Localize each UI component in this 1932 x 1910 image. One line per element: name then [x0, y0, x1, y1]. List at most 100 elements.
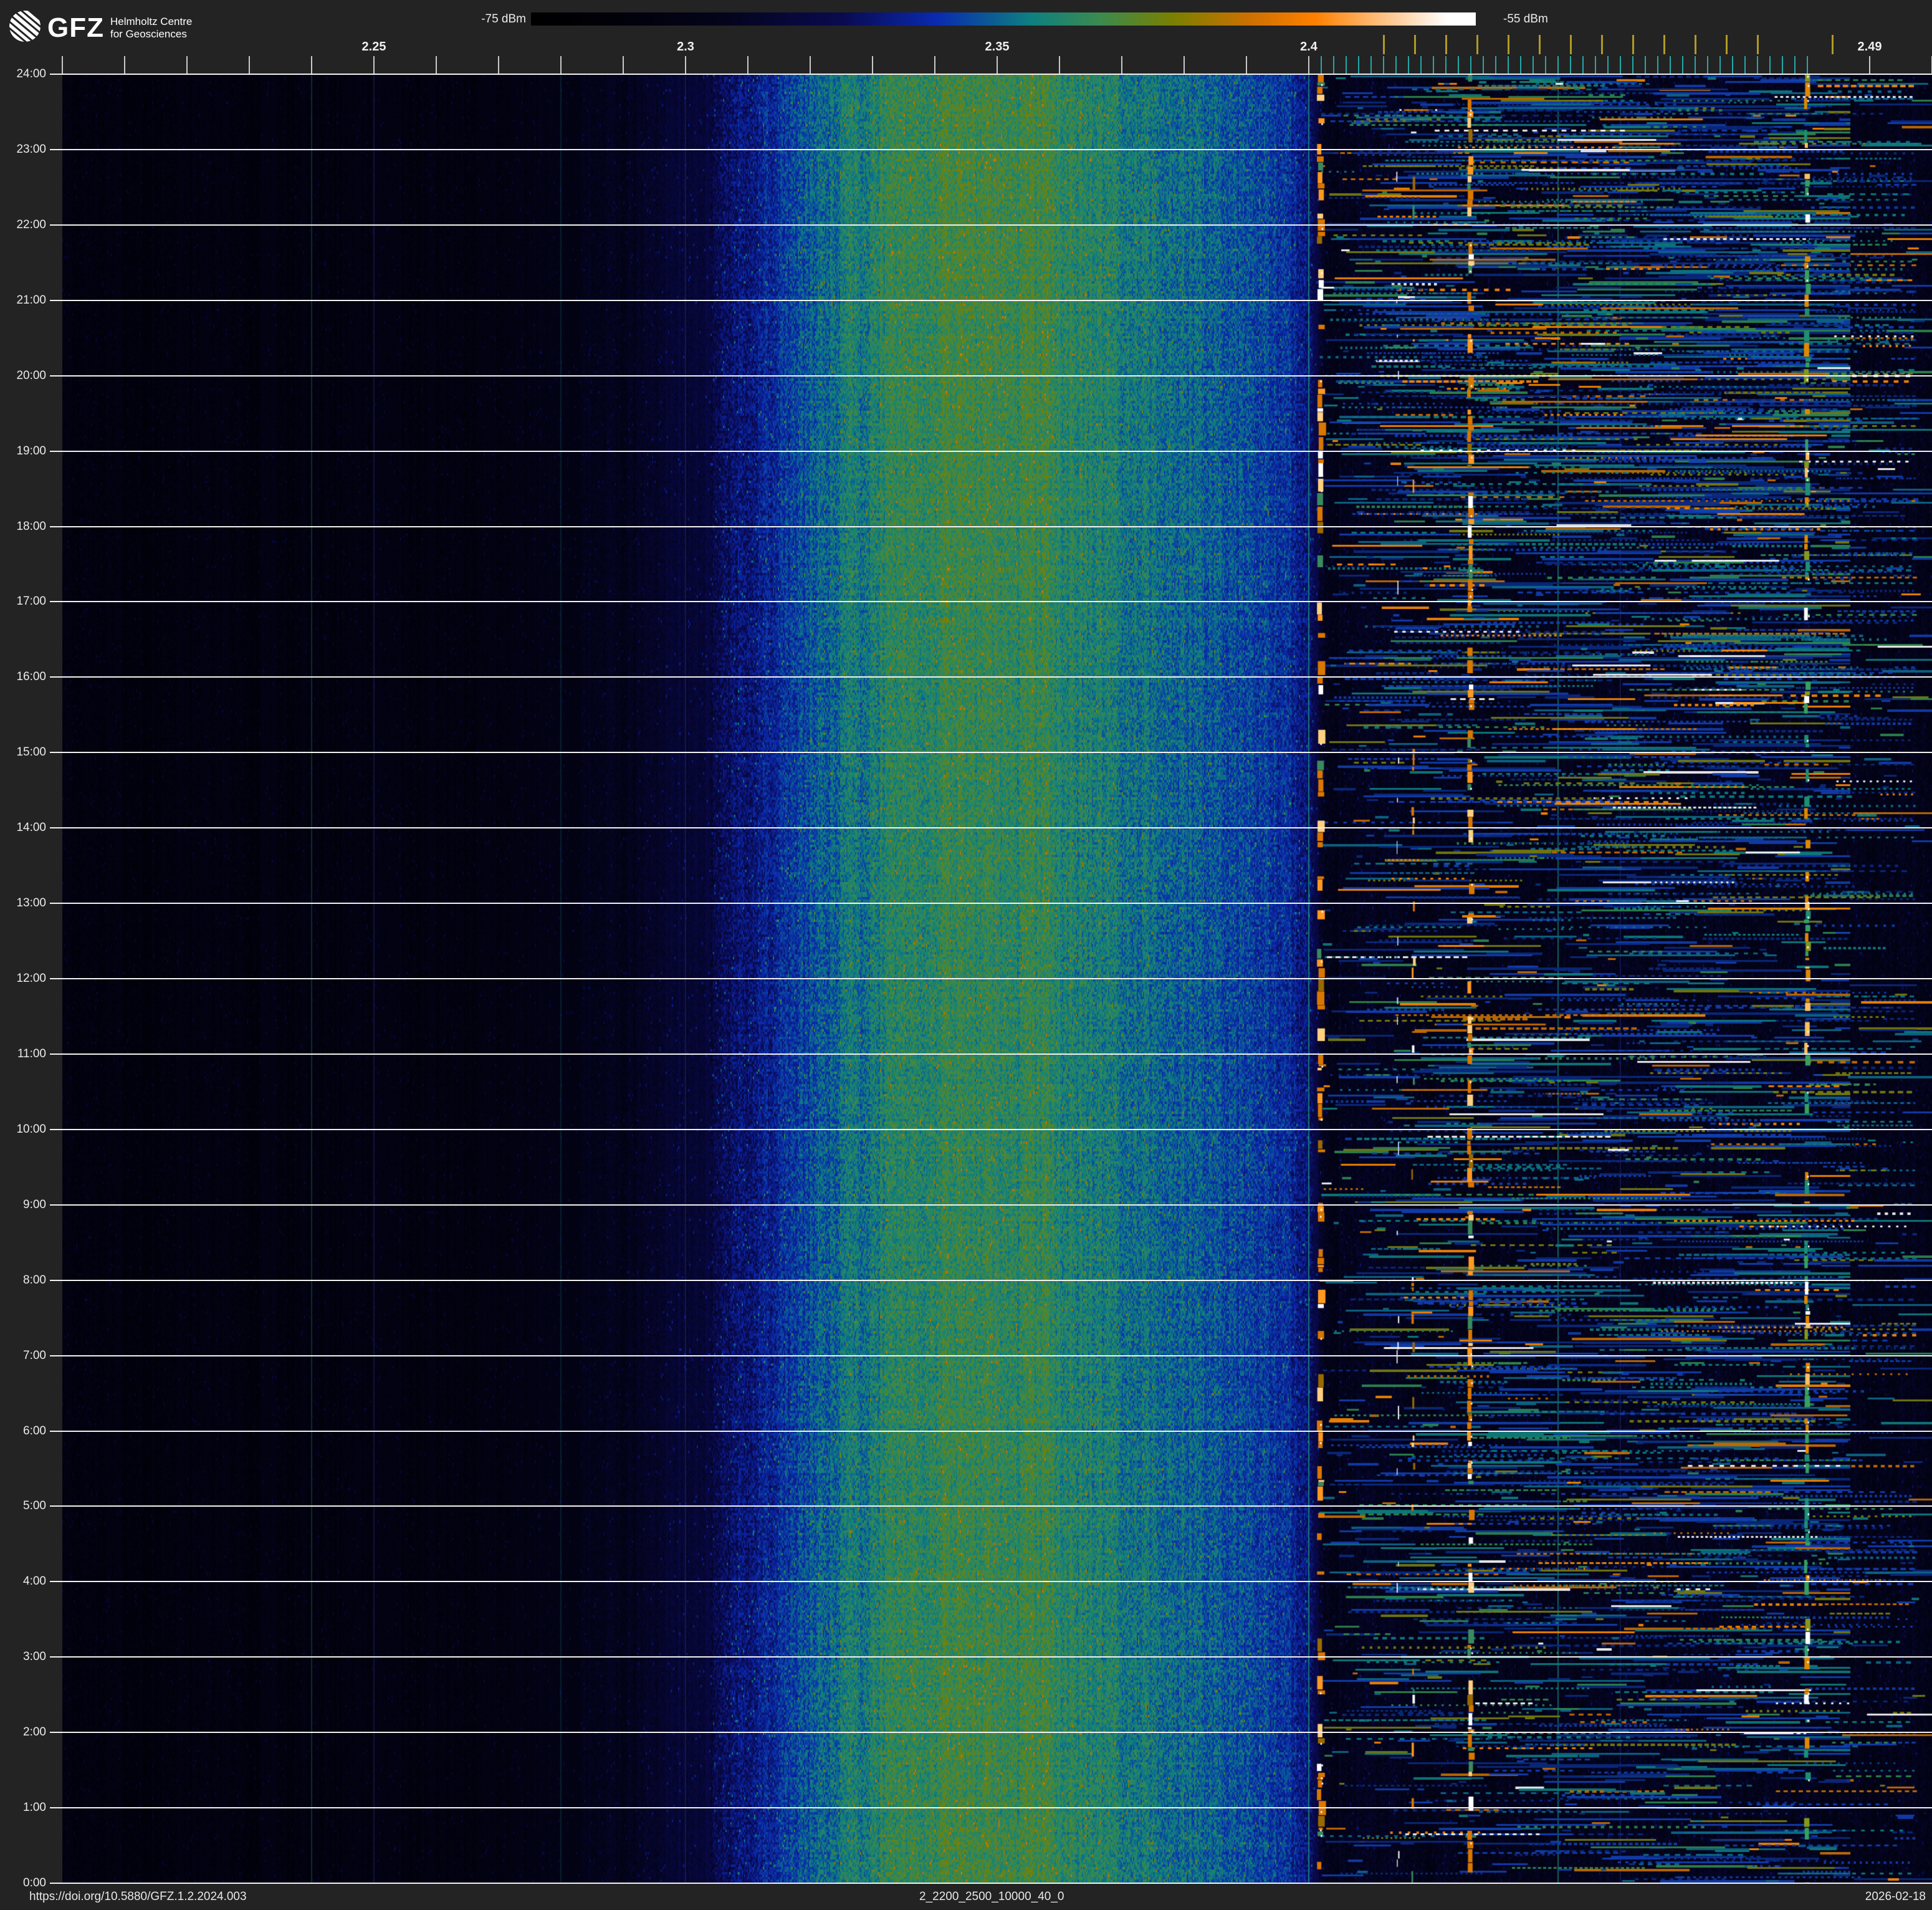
hour-label: 6:00: [23, 1424, 46, 1437]
hour-gridline: [50, 978, 1932, 979]
footer-station-id: 2_2200_2500_10000_40_0: [919, 1890, 1064, 1903]
hour-gridline: [50, 601, 1932, 602]
hour-gridline: [50, 1656, 1932, 1658]
hour-gridline: [50, 903, 1932, 904]
ble-channel-tick: [1346, 56, 1347, 74]
ble-channel-tick: [1632, 56, 1633, 74]
ble-channel-tick: [1695, 56, 1696, 74]
wifi-channel-tick: [1601, 35, 1603, 54]
frequency-minor-tick: [62, 56, 63, 74]
frequency-minor-tick: [436, 56, 437, 74]
hour-gridline: [50, 1431, 1932, 1432]
wifi-channel-tick: [1663, 35, 1665, 54]
gfz-subtitle: Helmholtz Centre for Geosciences: [110, 16, 192, 41]
gfz-brand-text: GFZ: [47, 12, 104, 43]
frequency-minor-tick: [810, 56, 811, 74]
frequency-minor-tick: [1246, 56, 1247, 74]
frequency-minor-tick: [747, 56, 748, 74]
ble-channel-tick: [1358, 56, 1359, 74]
hour-label: 11:00: [17, 1047, 46, 1060]
gfz-subtitle-line1: Helmholtz Centre: [110, 15, 193, 27]
wifi-channel-tick: [1632, 35, 1634, 54]
frequency-minor-tick: [373, 56, 375, 74]
hour-label: 8:00: [23, 1274, 46, 1287]
hour-gridline: [50, 1280, 1932, 1281]
hour-gridline: [50, 1581, 1932, 1582]
gfz-globe-icon: [2, 4, 47, 49]
wifi-channel-tick: [1539, 35, 1541, 54]
ble-channel-tick: [1508, 56, 1509, 74]
colorbar: [531, 12, 1476, 26]
hour-label: 10:00: [16, 1123, 46, 1136]
ble-channel-tick: [1483, 56, 1484, 74]
hour-gridline: [50, 827, 1932, 828]
ble-channel-tick: [1744, 56, 1746, 74]
hour-label: 15:00: [16, 746, 46, 759]
ble-channel-tick: [1545, 56, 1546, 74]
wifi-channel-tick: [1414, 35, 1416, 54]
ble-channel-tick: [1719, 56, 1721, 74]
hour-gridline: [50, 1204, 1932, 1206]
ble-channel-tick: [1645, 56, 1646, 74]
hour-label: 23:00: [16, 143, 46, 156]
colorbar-min-label: -75 dBm: [481, 12, 526, 26]
hour-label: 13:00: [16, 896, 46, 909]
hour-gridline: [50, 526, 1932, 527]
frequency-minor-tick: [1184, 56, 1185, 74]
frequency-minor-tick: [872, 56, 873, 74]
hour-label: 7:00: [23, 1349, 46, 1362]
ble-channel-tick: [1321, 56, 1322, 74]
frequency-tick-label: 2.4: [1300, 40, 1317, 54]
ble-channel-tick: [1470, 56, 1471, 74]
frequency-minor-tick: [1308, 56, 1309, 74]
ble-channel-tick: [1657, 56, 1658, 74]
gfz-logo: GFZ Helmholtz Centre for Geosciences: [2, 4, 192, 49]
frequency-minor-tick: [623, 56, 624, 74]
frequency-tick-label: 2.25: [361, 40, 386, 54]
ble-channel-tick: [1807, 56, 1808, 74]
hour-gridline: [50, 74, 1932, 75]
hour-gridline: [50, 1807, 1932, 1808]
ble-channel-tick: [1682, 56, 1683, 74]
ble-channel-tick: [1520, 56, 1521, 74]
ble-channel-tick: [1557, 56, 1559, 74]
hour-label: 12:00: [16, 972, 46, 985]
ble-channel-tick: [1495, 56, 1496, 74]
hour-label: 17:00: [16, 595, 46, 608]
ble-channel-tick: [1782, 56, 1783, 74]
hour-label: 20:00: [16, 369, 46, 382]
ble-channel-tick: [1458, 56, 1459, 74]
ble-channel-tick: [1769, 56, 1771, 74]
wifi-channel-tick: [1832, 35, 1834, 54]
wifi-channel-tick: [1695, 35, 1696, 54]
ble-channel-tick: [1408, 56, 1409, 74]
hour-gridline: [50, 1732, 1932, 1733]
hour-label: 9:00: [23, 1198, 46, 1211]
hour-label: 16:00: [16, 670, 46, 683]
wifi-channel-tick: [1726, 35, 1728, 54]
frequency-minor-tick: [934, 56, 935, 74]
ble-channel-tick: [1433, 56, 1434, 74]
wifi-channel-tick: [1570, 35, 1572, 54]
frequency-minor-tick: [249, 56, 250, 74]
frequency-minor-tick: [498, 56, 499, 74]
hour-gridline: [50, 451, 1932, 452]
frequency-minor-tick: [560, 56, 562, 74]
ble-channel-tick: [1670, 56, 1671, 74]
frequency-tick-label: 2.3: [677, 40, 694, 54]
wifi-channel-tick: [1383, 35, 1385, 54]
ble-channel-tick: [1420, 56, 1422, 74]
colorbar-max-label: -55 dBm: [1503, 12, 1548, 26]
ble-channel-tick: [1620, 56, 1621, 74]
footer-doi-link[interactable]: https://doi.org/10.5880/GFZ.1.2.2024.003: [29, 1890, 247, 1904]
hour-gridline: [50, 149, 1932, 150]
frequency-minor-tick: [997, 56, 998, 74]
hour-gridline: [50, 752, 1932, 753]
hour-gridline: [50, 1053, 1932, 1055]
hour-label: 21:00: [16, 294, 46, 307]
ble-channel-tick: [1333, 56, 1334, 74]
wifi-channel-tick: [1757, 35, 1759, 54]
frequency-minor-tick: [1059, 56, 1060, 74]
gfz-subtitle-line2: for Geosciences: [110, 27, 187, 40]
wifi-channel-tick: [1476, 35, 1478, 54]
